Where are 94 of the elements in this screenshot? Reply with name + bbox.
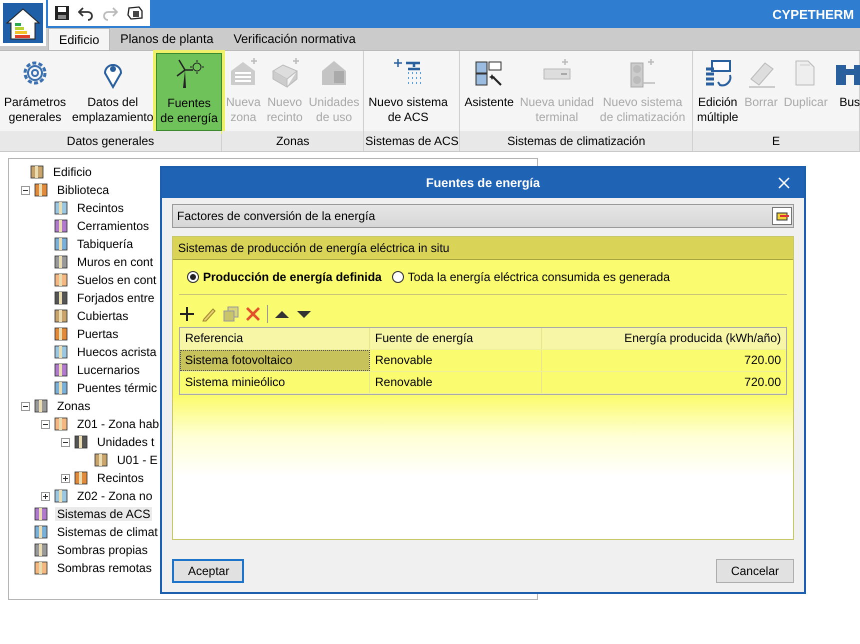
node-icon (33, 542, 49, 558)
node-icon (53, 326, 69, 342)
tree-item[interactable]: Lucernarios (75, 363, 142, 377)
add-icon[interactable] (179, 306, 195, 322)
bar-label: Factores de conversión de la energía (177, 209, 376, 223)
expander-icon[interactable] (61, 474, 70, 482)
ribbon-button[interactable]: Datos del emplazamiento (69, 53, 156, 131)
radio-option[interactable]: Producción de energía definida (187, 270, 382, 284)
column-header[interactable]: Energía producida (kWh/año) (542, 328, 786, 349)
table-cell-text: 720.00 (743, 352, 782, 369)
node-icon (33, 398, 49, 414)
tree-item[interactable]: Cerramientos (75, 219, 152, 233)
tree-item[interactable]: Cubiertas (75, 309, 130, 323)
column-header[interactable]: Referencia (180, 328, 370, 349)
conversion-factors-bar[interactable]: Factores de conversión de la energía (172, 204, 794, 228)
tree-item[interactable]: Recintos (95, 471, 146, 485)
ribbon-button[interactable]: Bus (830, 53, 860, 131)
ribbon-tab[interactable]: Verificación normativa (223, 28, 366, 50)
ribbon-button[interactable]: Nuevo sistema de ACS (365, 53, 451, 131)
tree-item[interactable]: Z02 - Zona no (75, 489, 154, 503)
node-icon (53, 254, 69, 270)
tree-item[interactable]: Z01 - Zona hab (75, 417, 162, 431)
delete-icon[interactable] (245, 306, 261, 322)
node-icon (73, 470, 89, 486)
tree-item[interactable]: Suelos en cont (75, 273, 158, 287)
tree-item[interactable]: Biblioteca (55, 183, 112, 197)
ribbon-button[interactable]: Fuentes de energía (156, 53, 222, 131)
undo-icon[interactable] (78, 5, 94, 21)
group-label: E (693, 131, 859, 151)
tree-item[interactable]: Sombras remotas (55, 561, 154, 575)
tree-item[interactable]: Zonas (55, 399, 92, 413)
node-icon (53, 290, 69, 306)
app-title: CYPETHERM (772, 6, 854, 22)
tree-item[interactable]: Puentes térmic (75, 381, 160, 395)
node-icon (33, 560, 49, 576)
node-icon (73, 434, 89, 450)
tree-item[interactable]: Huecos acrista (75, 345, 158, 359)
column-header[interactable]: Fuente de energía (370, 328, 542, 349)
accept-button[interactable]: Aceptar (172, 559, 244, 583)
dialog-title: Fuentes de energía (426, 176, 540, 190)
tree-item[interactable]: Sistemas de climat (55, 525, 160, 539)
tree-item[interactable]: Sombras propias (55, 543, 150, 557)
node-icon (33, 182, 49, 198)
tree-item[interactable]: Tabiquería (75, 237, 136, 251)
section-title: Sistemas de producción de energía eléctrica in situ (178, 241, 450, 255)
ribbon-button[interactable]: Asistente (461, 53, 517, 131)
group-label: Zonas (222, 131, 364, 151)
ribbon-tab[interactable]: Planos de planta (110, 28, 224, 50)
ribbon-button[interactable]: Edición múltiple (694, 53, 742, 131)
tree-item[interactable]: Forjados entre (75, 291, 156, 305)
node-icon (29, 164, 45, 180)
table-cell-text: 720.00 (743, 374, 782, 391)
ribbon-tab[interactable]: Edificio (48, 28, 110, 50)
node-icon (93, 452, 109, 468)
expander-icon[interactable] (21, 186, 30, 194)
node-icon (53, 380, 69, 396)
group-label: Sistemas de ACS (364, 131, 460, 151)
node-icon (53, 344, 69, 360)
radio-option[interactable]: Toda la energía eléctrica consumida es generada (392, 270, 670, 284)
node-icon (53, 236, 69, 252)
expander-icon[interactable] (41, 420, 50, 428)
tree-item[interactable]: Sistemas de ACS (55, 507, 152, 521)
tree-item[interactable]: Muros en cont (75, 255, 156, 269)
expand-button[interactable] (772, 207, 792, 225)
node-icon (53, 488, 69, 504)
save-icon[interactable] (54, 5, 70, 21)
group-label: Sistemas de climatización (460, 131, 692, 151)
table-cell: Renovable (370, 350, 542, 371)
expander-icon[interactable] (41, 492, 50, 500)
tree-item[interactable]: U01 - E (115, 453, 160, 467)
pencil-icon[interactable] (201, 306, 217, 322)
node-icon (53, 362, 69, 378)
node-icon (53, 272, 69, 288)
tree-item[interactable]: Edificio (51, 165, 94, 179)
copy-icon[interactable] (223, 306, 239, 322)
tree-item[interactable]: Puertas (75, 327, 120, 341)
node-icon (33, 524, 49, 540)
node-icon (53, 416, 69, 432)
table-cell[interactable]: Sistema fotovoltaico (180, 350, 370, 371)
table-cell[interactable]: Sistema minieólico (180, 372, 370, 393)
app-logo[interactable] (0, 0, 46, 46)
group-label: Datos generales (0, 131, 221, 151)
node-icon (53, 218, 69, 234)
node-icon (33, 506, 49, 522)
expander-icon[interactable] (21, 402, 30, 410)
close-icon (778, 177, 790, 189)
tree-item[interactable]: Unidades t (95, 435, 156, 449)
node-icon (53, 200, 69, 216)
tree-item[interactable]: Recintos (75, 201, 126, 215)
node-icon (53, 308, 69, 324)
expander-icon[interactable] (61, 438, 70, 446)
ribbon-button[interactable]: Parámetros generales (1, 53, 70, 131)
table-cell: Renovable (370, 372, 542, 393)
cancel-button[interactable]: Cancelar (716, 559, 794, 583)
